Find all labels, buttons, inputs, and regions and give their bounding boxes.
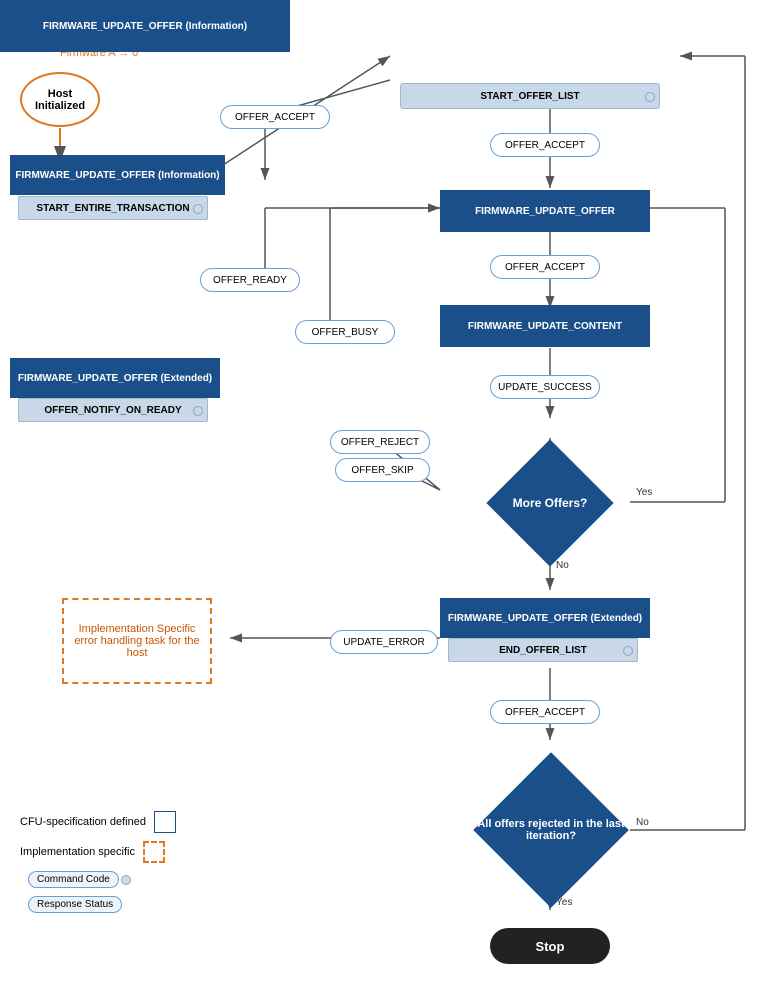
fw-update-content: FIRMWARE_UPDATE_CONTENT xyxy=(440,305,650,347)
update-error-pill: UPDATE_ERROR xyxy=(330,630,438,654)
offer-notify-on-ready-label: OFFER_NOTIFY_ON_READY xyxy=(18,398,208,422)
diagram-container: Yes No Yes No Firmware C → 2 Firmware B … xyxy=(0,0,765,1001)
start-offer-list-circle xyxy=(645,92,655,102)
update-success-pill: UPDATE_SUCCESS xyxy=(490,375,600,399)
offer-notify-circle xyxy=(193,406,203,416)
command-code-pill: Command Code xyxy=(28,871,119,888)
fw-update-offer-extended-left: FIRMWARE_UPDATE_OFFER (Extended) xyxy=(10,358,220,398)
response-status-pill: Response Status xyxy=(28,896,122,913)
start-entire-transaction-label: START_ENTIRE_TRANSACTION xyxy=(18,196,208,220)
svg-text:Yes: Yes xyxy=(636,487,652,498)
legend-response: Response Status xyxy=(20,896,176,913)
svg-text:No: No xyxy=(636,817,649,828)
offer-accept-pill-1: OFFER_ACCEPT xyxy=(220,105,330,129)
host-initialized: Host Initialized xyxy=(20,72,100,127)
offer-skip-pill: OFFER_SKIP xyxy=(335,458,430,482)
legend-cfu-box xyxy=(154,811,176,833)
fw-update-offer-extended-right: FIRMWARE_UPDATE_OFFER (Extended) xyxy=(440,598,650,638)
fw-update-offer-info-top: FIRMWARE_UPDATE_OFFER (Information) xyxy=(0,0,290,52)
offer-accept-pill-4: OFFER_ACCEPT xyxy=(490,700,600,724)
fw-update-offer: FIRMWARE_UPDATE_OFFER xyxy=(440,190,650,232)
all-offers-rejected-diamond: All offers rejected in the last iteratio… xyxy=(468,775,634,885)
start-offer-list-label: START_OFFER_LIST xyxy=(400,83,660,109)
offer-accept-pill-2: OFFER_ACCEPT xyxy=(490,133,600,157)
legend: CFU-specification defined Implementation… xyxy=(20,811,176,921)
legend-command: Command Code xyxy=(20,871,176,888)
stop-box: Stop xyxy=(490,928,610,964)
impl-specific-box: Implementation Specific error handling t… xyxy=(62,598,212,684)
legend-impl-box xyxy=(143,841,165,863)
offer-accept-pill-3: OFFER_ACCEPT xyxy=(490,255,600,279)
fw-update-offer-info-bottom: FIRMWARE_UPDATE_OFFER (Information) xyxy=(10,155,225,195)
legend-impl: Implementation specific xyxy=(20,841,176,863)
legend-cfu: CFU-specification defined xyxy=(20,811,176,833)
end-offer-list-label: END_OFFER_LIST xyxy=(448,638,638,662)
svg-text:No: No xyxy=(556,560,569,571)
start-entire-circle xyxy=(193,204,203,214)
offer-busy-pill: OFFER_BUSY xyxy=(295,320,395,344)
end-offer-list-circle xyxy=(623,646,633,656)
offer-reject-pill: OFFER_REJECT xyxy=(330,430,430,454)
more-offers-diamond: More Offers? xyxy=(480,458,620,548)
offer-ready-pill: OFFER_READY xyxy=(200,268,300,292)
command-code-circle xyxy=(121,875,131,885)
